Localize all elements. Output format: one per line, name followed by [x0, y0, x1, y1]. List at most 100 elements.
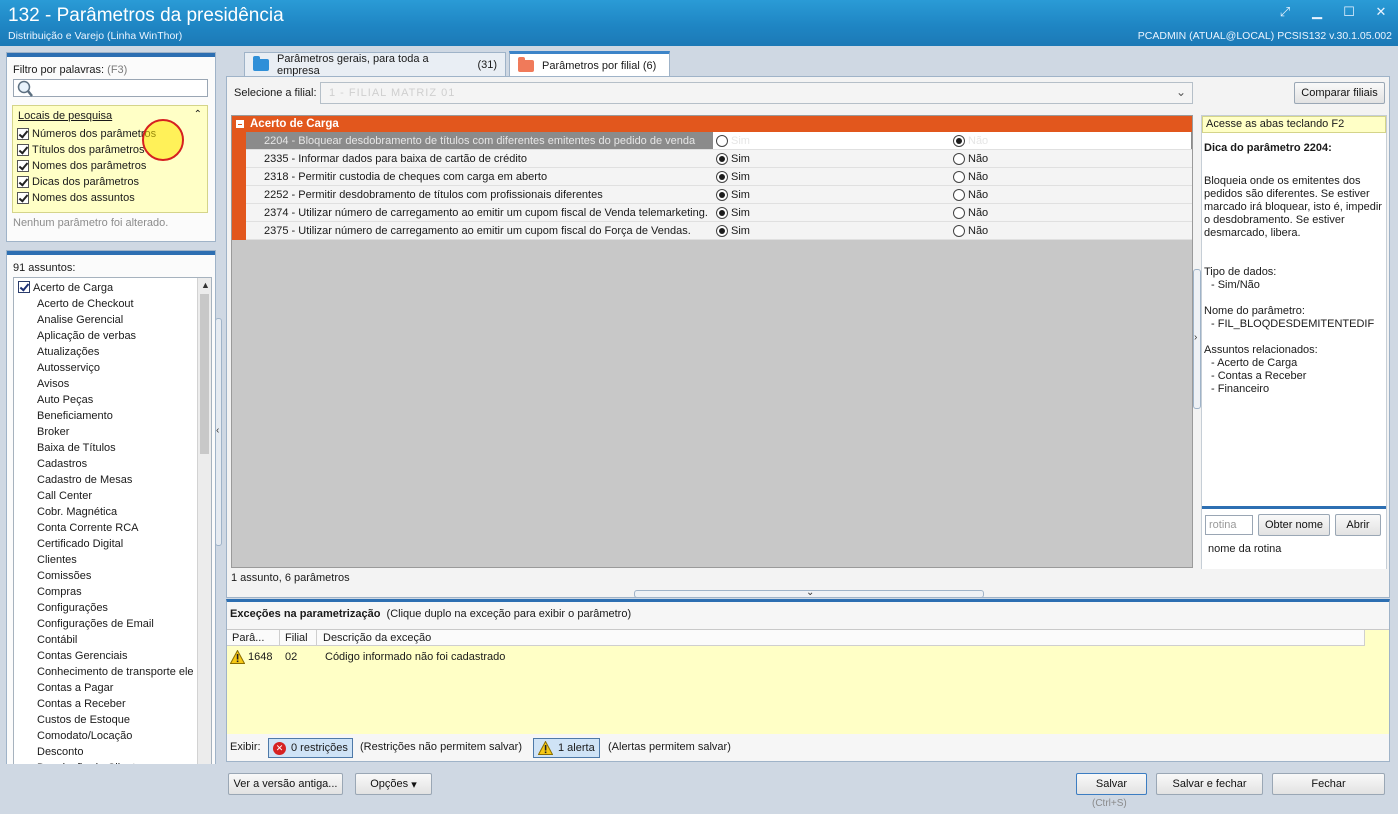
- scroll-up-icon[interactable]: ▲: [201, 280, 210, 290]
- alerts-button[interactable]: 1 alerta: [533, 738, 600, 758]
- subject-item[interactable]: Contábil: [14, 632, 77, 648]
- parameter-row[interactable]: 2374 - Utilizar número de carregamento a…: [246, 204, 1192, 222]
- parameter-row[interactable]: 2335 - Informar dados para baixa de cart…: [246, 150, 1192, 168]
- subject-item[interactable]: Analise Gerencial: [14, 312, 123, 328]
- close-button[interactable]: Fechar: [1272, 773, 1385, 795]
- subject-item[interactable]: Autosserviço: [14, 360, 100, 376]
- scroll-thumb[interactable]: [200, 294, 209, 454]
- subject-item[interactable]: Beneficiamento: [14, 408, 113, 424]
- subject-item[interactable]: Certificado Digital: [14, 536, 123, 552]
- radio-yes[interactable]: Sim: [716, 189, 750, 201]
- scope-option-tips[interactable]: Dicas dos parâmetros: [17, 174, 139, 189]
- subject-item[interactable]: Acerto de Checkout: [14, 296, 134, 312]
- subject-item[interactable]: Acerto de Carga: [14, 280, 113, 296]
- close-icon[interactable]: ✕: [1370, 4, 1392, 20]
- radio-no[interactable]: Não: [953, 153, 988, 165]
- subject-item[interactable]: Clientes: [14, 552, 77, 568]
- radio-yes[interactable]: Sim: [716, 171, 750, 183]
- radio-icon[interactable]: [953, 153, 965, 165]
- table-row[interactable]: 1648 02 Código informado não foi cadastr…: [227, 648, 1365, 666]
- horizontal-splitter[interactable]: ⌄: [634, 587, 984, 598]
- compare-branches-button[interactable]: Comparar filiais: [1294, 82, 1385, 104]
- subject-item[interactable]: Contas Gerenciais: [14, 648, 128, 664]
- radio-icon[interactable]: [716, 189, 728, 201]
- get-name-button[interactable]: Obter nome: [1258, 514, 1330, 536]
- subject-item[interactable]: Configurações: [14, 600, 108, 616]
- subject-item[interactable]: Atualizações: [14, 344, 99, 360]
- collapse-icon[interactable]: ⌃: [194, 109, 202, 120]
- subject-list[interactable]: ▲ ▼ ◀ ▶ Acerto de CargaAcerto de Checkou…: [13, 277, 212, 799]
- subject-item[interactable]: Cadastros: [14, 456, 87, 472]
- checkbox[interactable]: [17, 127, 29, 140]
- routine-input[interactable]: rotina: [1205, 515, 1253, 535]
- subject-item[interactable]: Comodato/Locação: [14, 728, 132, 744]
- vertical-scrollbar[interactable]: ▲ ▼: [197, 278, 211, 798]
- checkbox[interactable]: [18, 281, 30, 293]
- subject-item[interactable]: Desconto: [14, 744, 83, 760]
- radio-no[interactable]: Não: [953, 135, 988, 147]
- radio-icon[interactable]: [953, 189, 965, 201]
- radio-icon[interactable]: [953, 135, 965, 147]
- subject-item[interactable]: Comissões: [14, 568, 91, 584]
- tab-general-params[interactable]: Parâmetros gerais, para toda a empresa (…: [244, 52, 506, 77]
- subject-item[interactable]: Contas a Pagar: [14, 680, 113, 696]
- subject-item[interactable]: Contas a Receber: [14, 696, 126, 712]
- subject-item[interactable]: Configurações de Email: [14, 616, 154, 632]
- subject-item[interactable]: Aplicação de verbas: [14, 328, 136, 344]
- radio-yes[interactable]: Sim: [716, 207, 750, 219]
- radio-icon[interactable]: [716, 171, 728, 183]
- radio-no[interactable]: Não: [953, 189, 988, 201]
- left-panel-splitter[interactable]: ‹: [215, 318, 222, 546]
- subject-item[interactable]: Conhecimento de transporte ele: [14, 664, 194, 680]
- subject-item[interactable]: Baixa de Títulos: [14, 440, 116, 456]
- expand-right-icon[interactable]: ›: [1194, 332, 1197, 343]
- parameter-row[interactable]: 2252 - Permitir desdobramento de títulos…: [246, 186, 1192, 204]
- column-header-param[interactable]: Parâ...: [232, 632, 264, 644]
- subject-item[interactable]: Call Center: [14, 488, 92, 504]
- column-header-description[interactable]: Descrição da exceção: [323, 632, 431, 644]
- subject-item[interactable]: Auto Peças: [14, 392, 93, 408]
- collapse-group-icon[interactable]: [236, 120, 244, 128]
- radio-no[interactable]: Não: [953, 225, 988, 237]
- search-input[interactable]: [13, 79, 208, 97]
- tip-panel-splitter[interactable]: ›: [1193, 269, 1201, 409]
- radio-icon[interactable]: [716, 207, 728, 219]
- radio-yes[interactable]: Sim: [716, 135, 750, 147]
- save-button[interactable]: Salvar: [1076, 773, 1147, 795]
- restrictions-button[interactable]: ✕ 0 restrições: [268, 738, 353, 758]
- parameter-row[interactable]: 2318 - Permitir custodia de cheques com …: [246, 168, 1192, 186]
- subject-item[interactable]: Avisos: [14, 376, 69, 392]
- group-header[interactable]: Acerto de Carga: [232, 116, 1192, 132]
- subject-item[interactable]: Conta Corrente RCA: [14, 520, 139, 536]
- radio-icon[interactable]: [953, 207, 965, 219]
- radio-icon[interactable]: [716, 225, 728, 237]
- parameter-row[interactable]: 2204 - Bloquear desdobramento de títulos…: [246, 132, 1192, 150]
- checkbox[interactable]: [17, 175, 29, 188]
- radio-icon[interactable]: [953, 171, 965, 183]
- subject-item[interactable]: Cobr. Magnética: [14, 504, 117, 520]
- tab-branch-params[interactable]: Parâmetros por filial (6): [509, 51, 670, 78]
- checkbox[interactable]: [17, 191, 29, 204]
- scope-option-subjects[interactable]: Nomes dos assuntos: [17, 190, 135, 205]
- open-button[interactable]: Abrir: [1335, 514, 1381, 536]
- subject-item[interactable]: Cadastro de Mesas: [14, 472, 132, 488]
- options-button[interactable]: Opções ▾: [355, 773, 432, 795]
- chevron-down-icon[interactable]: ⌄: [806, 587, 814, 598]
- checkbox[interactable]: [17, 159, 29, 172]
- filial-select[interactable]: 1 - FILIAL MATRIZ 01 ⌄: [320, 82, 1193, 104]
- radio-yes[interactable]: Sim: [716, 153, 750, 165]
- column-header-filial[interactable]: Filial: [285, 632, 308, 644]
- subject-item[interactable]: Compras: [14, 584, 82, 600]
- radio-icon[interactable]: [953, 225, 965, 237]
- checkbox[interactable]: [17, 143, 29, 156]
- radio-icon[interactable]: [716, 135, 728, 147]
- minimize-icon[interactable]: ▁: [1306, 4, 1328, 20]
- radio-no[interactable]: Não: [953, 171, 988, 183]
- subject-item[interactable]: Broker: [14, 424, 69, 440]
- radio-yes[interactable]: Sim: [716, 225, 750, 237]
- subject-item[interactable]: Custos de Estoque: [14, 712, 130, 728]
- scope-option-titles[interactable]: Títulos dos parâmetros: [17, 142, 145, 157]
- radio-icon[interactable]: [716, 153, 728, 165]
- old-version-button[interactable]: Ver a versão antiga...: [228, 773, 343, 795]
- maximize-icon[interactable]: ☐: [1338, 4, 1360, 20]
